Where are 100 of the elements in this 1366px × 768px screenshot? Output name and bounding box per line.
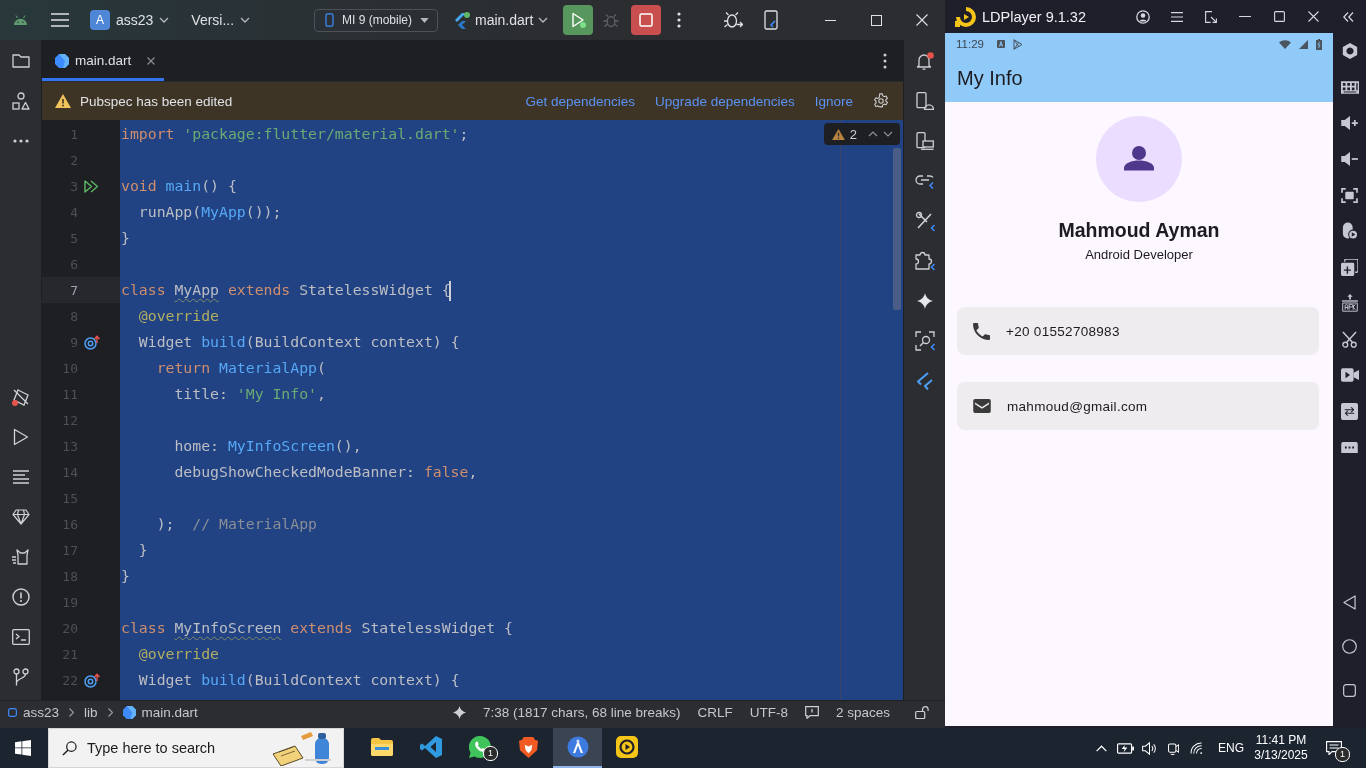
override-gutter-icon[interactable] (84, 672, 100, 688)
chevron-down-icon (240, 17, 251, 23)
run-config-selector[interactable]: main.dart (450, 6, 553, 34)
taskbar-button[interactable]: 1 (455, 728, 504, 768)
add-window-icon (1341, 258, 1358, 276)
code-line: class MyInfoScreen extends StatelessWidget { (121, 619, 513, 636)
avatar-icon (1096, 116, 1182, 202)
double-chevron-icon (1342, 11, 1354, 22)
notification-icon (1326, 741, 1342, 755)
code-line: import 'package:flutter/material.dart'; (121, 125, 469, 142)
banner-link[interactable]: Ignore (814, 93, 853, 109)
sync-icon (1341, 402, 1358, 420)
project-selector[interactable]: A ass23 (86, 6, 174, 34)
warning-icon (831, 128, 845, 140)
folder-icon (11, 54, 30, 68)
code-line: @override (138, 307, 219, 324)
chevron-up-icon[interactable] (868, 131, 878, 137)
folder-icon (370, 738, 393, 756)
banner-link[interactable]: Upgrade dependencies (655, 93, 795, 109)
stop-icon (639, 13, 654, 27)
contact-card[interactable]: mahmoud@gmail.com (957, 382, 1319, 430)
code-line: @override (138, 645, 219, 662)
back-icon (1343, 594, 1356, 610)
chevron-up-icon (1095, 744, 1107, 752)
problems-icon (11, 588, 30, 606)
branch-icon (12, 668, 29, 686)
message-icon[interactable] (804, 706, 819, 719)
close-icon (1307, 11, 1319, 22)
close-icon[interactable] (147, 56, 156, 65)
stop-button[interactable] (631, 5, 662, 35)
code-line: home: MyInfoScreen(), (174, 437, 362, 454)
breadcrumb[interactable]: ass23 (8, 705, 60, 720)
chevron-down-icon (159, 17, 170, 23)
terminal-icon (11, 629, 30, 645)
window-title: LDPlayer 9.1.32 (982, 8, 1086, 25)
run-gutter-icon[interactable] (84, 179, 100, 193)
code-line: ); // MaterialApp (156, 515, 317, 532)
override-gutter-icon[interactable] (84, 334, 100, 350)
crossed-out-icon (10, 387, 31, 407)
indent-setting[interactable]: 2 spaces (835, 705, 890, 720)
breadcrumb[interactable]: lib (84, 705, 98, 720)
warning-icon (55, 94, 71, 108)
status-time: 11:29 (956, 38, 984, 50)
banner-link[interactable]: Get dependencies (525, 93, 636, 109)
devices-icon (915, 132, 934, 150)
maximize-icon (870, 14, 882, 26)
chevron-right-icon (107, 708, 113, 717)
more-icon (12, 139, 29, 143)
module-icon (8, 708, 17, 717)
code-line: return MaterialApp( (156, 359, 326, 376)
vcs-selector[interactable]: Versi... (187, 6, 255, 34)
volume-icon (1141, 741, 1157, 755)
robot-head-icon (13, 15, 28, 25)
window-resize-icon (1205, 10, 1217, 23)
breadcrumb[interactable]: main.dart (122, 705, 198, 720)
search-icon (62, 740, 77, 756)
inspection-widget[interactable]: 2 (823, 123, 900, 145)
keyboard-icon (1340, 80, 1359, 94)
code-line: } (138, 541, 148, 558)
contact-text: mahmoud@gmail.com (1007, 398, 1148, 414)
device-selector[interactable]: MI 9 (mobile) (314, 8, 438, 32)
caret-position[interactable]: 7:38 (1817 chars, 68 line breaks) (483, 705, 681, 720)
scissors-icon (1342, 330, 1357, 348)
language-indicator[interactable]: ENG (1214, 728, 1248, 768)
code-line: void main() { (121, 177, 237, 194)
taskbar-button[interactable] (553, 728, 602, 768)
puzzle-icon (914, 251, 935, 271)
volume-up-icon (1340, 116, 1359, 130)
camera-icon (1167, 741, 1179, 755)
file-encoding[interactable]: UTF-8 (749, 705, 788, 720)
battery-icon (1316, 38, 1322, 50)
menu-icon (1171, 11, 1183, 22)
video-icon (1340, 368, 1359, 382)
logo-icon (915, 372, 934, 390)
search-bar[interactable]: Type here to search (48, 728, 344, 768)
notification-count: 1 (483, 746, 498, 761)
more-vertical-icon (677, 12, 682, 28)
volume-down-icon (1340, 152, 1359, 166)
code-line: Widget build(BuildContext context) { (138, 333, 460, 350)
minimize-icon (824, 19, 836, 21)
chevron-down-icon[interactable] (883, 131, 893, 137)
clock[interactable]: 11:41 PM 3/13/2025 (1250, 728, 1312, 768)
search-field[interactable]: Type here to search (87, 735, 261, 761)
padlock-icon[interactable] (915, 706, 929, 719)
file-type-icon (122, 706, 136, 719)
line-separator[interactable]: CRLF (697, 705, 733, 720)
phone-icon (764, 10, 779, 30)
link-icon (914, 173, 935, 189)
contact-card[interactable]: +20 01552708983 (957, 307, 1319, 355)
play-outline-icon (1012, 38, 1023, 50)
sparkle-icon[interactable] (453, 706, 467, 719)
code-line: } (121, 567, 130, 584)
code-line: class MyApp extends StatelessWidget { (121, 281, 451, 298)
upload-box-icon (1341, 294, 1358, 312)
lion-shield-icon (519, 736, 538, 758)
scrollbar-thumb[interactable] (893, 148, 901, 310)
action-center-button[interactable]: 1 (1314, 728, 1354, 768)
run-button[interactable] (563, 5, 594, 35)
profile-name: Mahmoud Ayman (1058, 219, 1220, 242)
recents-icon (1343, 683, 1356, 697)
